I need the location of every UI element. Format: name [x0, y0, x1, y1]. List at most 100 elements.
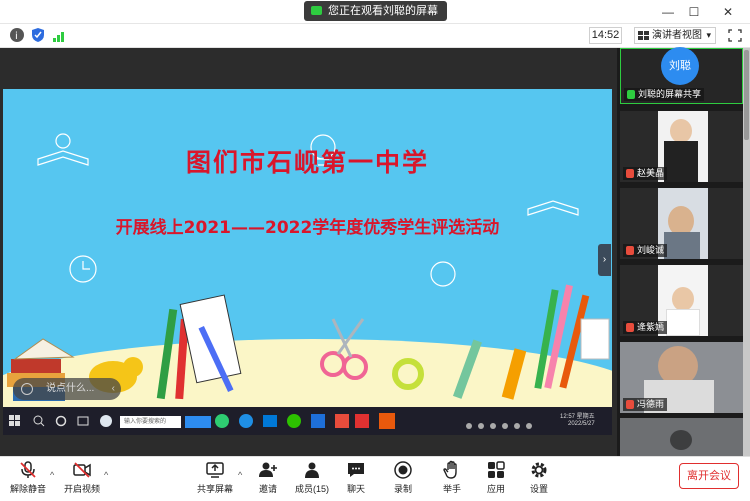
- raise-hand-button[interactable]: 举手: [434, 460, 470, 495]
- close-button[interactable]: ✕: [717, 3, 739, 21]
- share-options-caret[interactable]: ^: [238, 470, 242, 480]
- chevron-right-icon: ›: [602, 254, 607, 265]
- svg-text:i: i: [15, 31, 18, 42]
- participant-body: [664, 232, 700, 259]
- search-icon: [33, 415, 45, 427]
- cortana-icon: [55, 415, 67, 427]
- participant-body: [664, 141, 698, 182]
- apps-button[interactable]: 应用: [478, 460, 514, 495]
- participant-body: [666, 309, 700, 336]
- wechat-icon: [287, 414, 301, 428]
- share-screen-label: 共享屏幕: [196, 484, 233, 494]
- unmute-button[interactable]: 解除静音: [6, 460, 50, 495]
- slide-subtitle: 开展线上2021——2022学年度优秀学生评选活动: [115, 218, 500, 238]
- participant-tile[interactable]: 赵美晶: [620, 111, 743, 182]
- grid-view-icon: [638, 31, 649, 40]
- fullscreen-button[interactable]: [726, 27, 744, 44]
- share-screen-icon: [206, 462, 224, 478]
- settings-button[interactable]: 设置: [521, 460, 557, 495]
- chevron-down-icon: ▾: [706, 30, 711, 40]
- chat-icon: [348, 463, 364, 477]
- mic-muted-icon: [626, 246, 634, 255]
- wps-icon: [335, 414, 349, 428]
- add-user-icon: [259, 462, 277, 477]
- record-button[interactable]: 录制: [385, 460, 421, 495]
- participant-tile[interactable]: 冯德雨: [620, 342, 743, 413]
- scrollbar-thumb[interactable]: [744, 50, 749, 140]
- participant-tile[interactable]: [620, 418, 743, 456]
- slide-title: 图们市石岘第一中学: [185, 148, 429, 177]
- apps-label: 应用: [486, 484, 505, 494]
- mic-on-icon: [627, 90, 635, 99]
- video-options-caret[interactable]: ^: [104, 470, 108, 480]
- maximize-button[interactable]: ☐: [683, 3, 705, 21]
- chat-label: 聊天: [346, 484, 365, 494]
- mic-muted-icon: [626, 400, 634, 409]
- view-mode-label: 演讲者视图: [652, 30, 702, 41]
- task-view-icon: [77, 416, 89, 426]
- participant-face: [672, 287, 694, 311]
- fullscreen-icon: [728, 29, 742, 42]
- remote-taskbar: 输入你要搜索的 12:57 星期五 2022/5/27: [3, 407, 612, 435]
- participant-tile[interactable]: 逄紫嫣: [620, 265, 743, 336]
- camera-off-icon: [73, 462, 91, 478]
- participant-name-label: 赵美晶: [623, 167, 668, 180]
- view-mode-dropdown[interactable]: 演讲者视图 ▾: [634, 27, 716, 44]
- apps-grid-icon: [488, 461, 505, 478]
- expand-down-icon[interactable]: [670, 430, 692, 450]
- sidebar-toggle-button[interactable]: ›: [598, 244, 611, 276]
- remote-search-box: 输入你要搜索的: [120, 416, 181, 428]
- collapse-chevron-icon[interactable]: ‹: [112, 378, 115, 400]
- meeting-control-bar: [0, 456, 750, 501]
- presentation-slide: 图们市石岘第一中学 开展线上2021——2022学年度优秀学生评选活动: [3, 89, 612, 407]
- mic-muted-icon: [626, 169, 634, 178]
- chat-quick-input[interactable]: 说点什么... ‹: [13, 378, 121, 400]
- chat-bubble-icon: [21, 383, 33, 395]
- minimize-button[interactable]: —: [657, 3, 679, 21]
- invite-label: 邀请: [258, 484, 277, 494]
- security-shield-icon[interactable]: [32, 28, 44, 42]
- chat-button[interactable]: 聊天: [338, 460, 374, 495]
- signal-strength-icon[interactable]: [53, 29, 67, 42]
- app-360-icon: [215, 414, 229, 428]
- settings-label: 设置: [529, 484, 548, 494]
- unmute-label: 解除静音: [9, 484, 46, 494]
- system-tray: [465, 417, 545, 429]
- participant-name-label: 逄紫嫣: [623, 321, 668, 334]
- mic-muted-icon: [626, 323, 634, 332]
- info-icon[interactable]: i: [10, 28, 24, 42]
- meeting-app-icon: [311, 414, 325, 428]
- members-button[interactable]: 成员(15): [290, 460, 334, 495]
- start-video-button[interactable]: 开启视频: [60, 460, 104, 495]
- chat-input-placeholder: 说点什么...: [46, 383, 95, 394]
- hand-icon: [443, 460, 457, 479]
- record-label: 录制: [393, 484, 412, 494]
- gear-icon: [531, 462, 547, 478]
- microphone-muted-icon: [20, 461, 36, 478]
- share-status-text: 您正在观看刘聪的屏幕: [328, 5, 438, 17]
- invite-button[interactable]: 邀请: [250, 460, 286, 495]
- participant-name-label: 冯德雨: [623, 398, 668, 411]
- remote-taskbar-clock: 12:57 星期五 2022/5/27: [560, 414, 595, 428]
- meeting-clock: 14:52: [589, 27, 622, 44]
- avatar: 刘聪: [661, 47, 699, 85]
- participant-face: [670, 119, 692, 143]
- participant-tile[interactable]: 刘峻诚: [620, 188, 743, 259]
- remote-time: 12:57 星期五: [560, 414, 595, 420]
- mail-icon: [263, 415, 277, 427]
- edge-browser-icon: [239, 414, 253, 428]
- share-screen-button[interactable]: 共享屏幕: [193, 460, 237, 495]
- screen-share-status[interactable]: 您正在观看刘聪的屏幕: [304, 1, 447, 21]
- start-video-label: 开启视频: [63, 484, 100, 494]
- remote-date: 2022/5/27: [567, 421, 595, 427]
- audio-options-caret[interactable]: ^: [50, 470, 54, 480]
- app-pinwheel-icon: [100, 415, 112, 427]
- participant-name-label: 刘峻诚: [623, 244, 668, 257]
- sidebar-scrollbar[interactable]: [743, 48, 750, 456]
- participant-name-label: 刘聪的屏幕共享: [624, 88, 705, 101]
- share-indicator-icon: [311, 6, 322, 15]
- record-icon: [394, 461, 412, 479]
- leave-meeting-button[interactable]: 离开会议: [679, 463, 739, 489]
- raise-hand-label: 举手: [442, 484, 461, 494]
- members-icon: [305, 462, 319, 478]
